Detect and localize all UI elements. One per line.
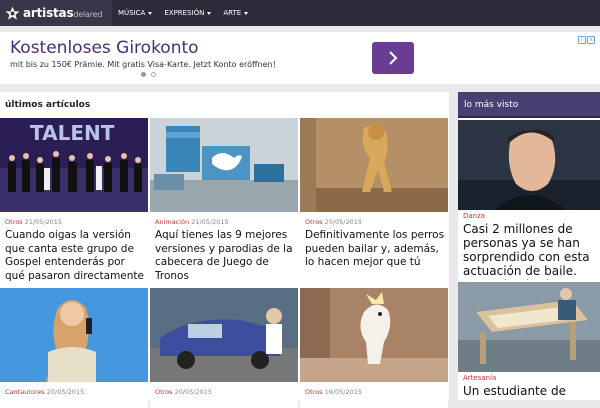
- article-date: 20/05/2015: [324, 218, 363, 226]
- article-title[interactable]: Definitivamente los perros pueden bailar…: [305, 229, 445, 283]
- caret-down-icon: [148, 11, 153, 15]
- caret-down-icon: [244, 11, 249, 15]
- item-title[interactable]: Casi 2 millones de personas ya se han so…: [463, 222, 598, 280]
- caret-down-icon: [207, 11, 212, 15]
- item-category[interactable]: Artesanía: [463, 374, 496, 382]
- article-category[interactable]: Animación: [155, 218, 189, 226]
- article-date: 20/05/2015: [174, 388, 213, 396]
- article-card[interactable]: TALENT Otros 21/05/2015 Cuando oigas la v…: [0, 118, 148, 286]
- article-card[interactable]: Otros 20/05/2015: [150, 288, 298, 408]
- article-meta: Otros 20/05/2015: [305, 218, 362, 226]
- top-navigation-bar: artistasdelared MÚSICA EXPRESIÓN ARTE: [0, 0, 600, 26]
- article-card[interactable]: Otros 19/05/2015: [300, 288, 448, 408]
- ad-arrow-button[interactable]: [372, 42, 414, 74]
- item-title[interactable]: Un estudiante de: [463, 384, 598, 400]
- article-card[interactable]: Otros 20/05/2015 Definitivamente los perr…: [300, 118, 448, 286]
- nav-arte[interactable]: ARTE: [223, 9, 249, 17]
- ad-subtitle: mit bis zu 150€ Prämie. Mit gratis Visa-…: [10, 60, 276, 69]
- article-category[interactable]: Otros: [155, 388, 173, 396]
- logo-text: artistasdelared: [23, 6, 103, 20]
- article-card[interactable]: Cantautores 20/05/2015: [0, 288, 148, 408]
- article-meta: Otros 20/05/2015: [155, 388, 212, 396]
- article-meta: Otros 19/05/2015: [305, 388, 362, 396]
- carousel-dot[interactable]: [151, 72, 156, 77]
- item-meta: Artesanía: [463, 374, 496, 382]
- article-card[interactable]: Animación 21/05/2015 Aquí tienes las 9 me…: [150, 118, 298, 286]
- article-meta: Otros 21/05/2015: [5, 218, 62, 226]
- most-viewed-header: lo más visto: [458, 92, 600, 118]
- article-meta: Animación 21/05/2015: [155, 218, 229, 226]
- advertisement-banner[interactable]: Kostenloses Girokonto mit bis zu 150€ Pr…: [0, 32, 600, 84]
- ad-choices-badge[interactable]: ix: [578, 36, 596, 45]
- latest-articles-panel: últimos artículos TALENT Otros 21/05/201…: [0, 92, 449, 408]
- article-category[interactable]: Otros: [305, 388, 323, 396]
- ad-title[interactable]: Kostenloses Girokonto: [10, 38, 199, 58]
- nav-expresion[interactable]: EXPRESIÓN: [164, 9, 212, 17]
- site-logo[interactable]: artistasdelared: [0, 0, 112, 26]
- nav-musica[interactable]: MÚSICA: [118, 9, 153, 17]
- article-thumbnail[interactable]: [150, 288, 298, 382]
- svg-text:TALENT: TALENT: [30, 121, 115, 145]
- most-viewed-thumbnail[interactable]: [458, 282, 600, 372]
- article-thumbnail[interactable]: [300, 118, 448, 212]
- article-date: 21/05/2015: [24, 218, 63, 226]
- most-viewed-thumbnail[interactable]: [458, 120, 600, 210]
- article-category[interactable]: Cantautores: [5, 388, 45, 396]
- article-category[interactable]: Otros: [305, 218, 323, 226]
- article-title[interactable]: Cuando oigas la versión que canta este g…: [5, 229, 145, 283]
- article-date: 19/05/2015: [324, 388, 363, 396]
- article-thumbnail[interactable]: [150, 118, 298, 212]
- ad-close-icon[interactable]: x: [587, 36, 595, 44]
- ad-info-icon[interactable]: i: [578, 36, 586, 44]
- article-thumbnail[interactable]: [300, 288, 448, 382]
- article-thumbnail[interactable]: [0, 288, 148, 382]
- most-viewed-title: lo más visto: [464, 100, 519, 110]
- ad-carousel-dots: [141, 72, 156, 77]
- item-category[interactable]: Danza: [463, 212, 485, 220]
- article-title[interactable]: Aquí tienes las 9 mejores versiones y pa…: [155, 229, 295, 283]
- chevron-right-icon: [389, 51, 398, 65]
- main-nav: MÚSICA EXPRESIÓN ARTE: [118, 0, 260, 26]
- star-logo-icon: [5, 6, 20, 20]
- carousel-dot[interactable]: [141, 72, 146, 77]
- article-category[interactable]: Otros: [5, 218, 23, 226]
- most-viewed-panel: lo más visto Danza Casi 2 millones de pe…: [458, 92, 600, 400]
- article-meta: Cantautores 20/05/2015: [5, 388, 84, 396]
- article-date: 21/05/2015: [191, 218, 229, 226]
- section-title: últimos artículos: [5, 100, 91, 110]
- item-meta: Danza: [463, 212, 485, 220]
- article-date: 20/05/2015: [46, 388, 85, 396]
- article-thumbnail[interactable]: TALENT: [0, 118, 148, 212]
